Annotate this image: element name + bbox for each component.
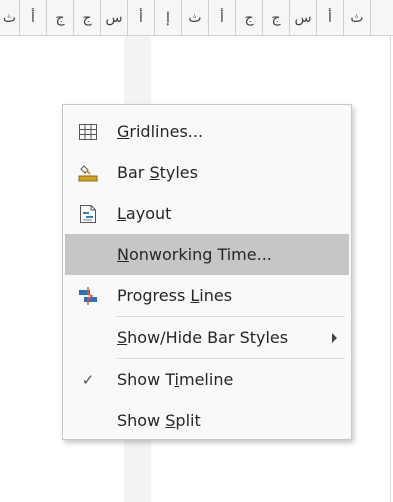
timescale-cell: أ [128,0,155,36]
menu-item-label: Gridlines... [117,122,204,141]
menu-item-label: Show Timeline [117,370,234,389]
bar-styles-icon [63,152,113,193]
menu-item-progress-lines[interactable]: Progress Lines [63,275,351,316]
timescale-cell: ث [344,0,371,36]
menu-item-label: Progress Lines [117,286,233,305]
menu-item-layout[interactable]: Layout [63,193,351,234]
timescale-cell: أ [317,0,344,36]
gantt-chart-area[interactable]: ث أ ج ج س أ إ ث أ ج ج س أ ث Gridlines...… [0,0,393,502]
timescale-cell: أ [20,0,47,36]
gridlines-icon [63,111,113,152]
timescale-cell: ث [0,0,20,36]
timescale-header[interactable]: ث أ ج ج س أ إ ث أ ج ج س أ ث [0,0,393,36]
progress-lines-icon [63,275,113,316]
menu-item-nonworking-time[interactable]: Nonworking Time... [65,234,349,275]
menu-item-label: Layout [117,204,172,223]
timescale-cell: ث [182,0,209,36]
context-menu: Gridlines... Bar Styles Layout Nonworkin… [62,104,352,440]
menu-item-gridlines[interactable]: Gridlines... [63,111,351,152]
menu-item-label: Bar Styles [117,163,198,182]
menu-item-show-split[interactable]: Show Split [63,400,351,441]
menu-item-bar-styles[interactable]: Bar Styles [63,152,351,193]
timescale-cell: ج [236,0,263,36]
timescale-cell: ج [47,0,74,36]
menu-item-label: Nonworking Time... [117,245,272,264]
submenu-arrow-icon [332,332,337,343]
layout-icon [63,193,113,234]
timescale-cell: س [290,0,317,36]
menu-item-show-timeline[interactable]: ✓ Show Timeline [63,359,351,400]
timescale-cell: س [101,0,128,36]
timescale-cell: ج [263,0,290,36]
timescale-cell: أ [209,0,236,36]
menu-item-label: Show/Hide Bar Styles [117,328,289,347]
checkmark-icon: ✓ [81,370,95,389]
timescale-cell: ج [74,0,101,36]
menu-item-show-hide-bar-styles[interactable]: Show/Hide Bar Styles [63,317,351,358]
timescale-cell: إ [155,0,182,36]
menu-item-label: Show Split [117,411,201,430]
